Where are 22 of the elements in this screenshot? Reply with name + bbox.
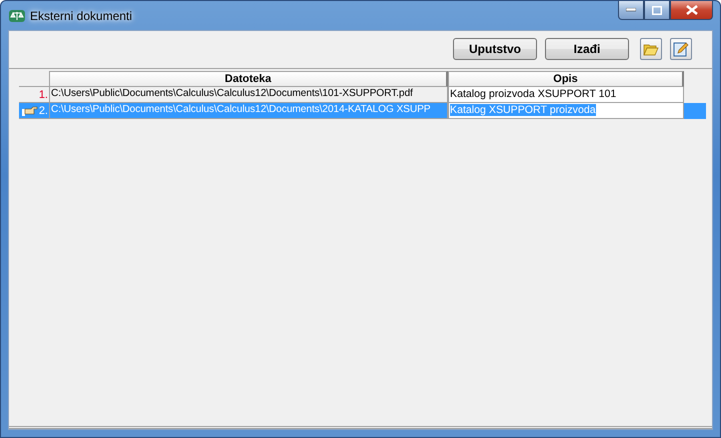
- edit-button[interactable]: [670, 38, 692, 60]
- column-header[interactable]: Datoteka: [49, 71, 448, 87]
- column-header[interactable]: Opis: [448, 71, 684, 87]
- minimize-button[interactable]: [618, 1, 644, 20]
- close-icon: [686, 5, 698, 15]
- table-cell: C:\Users\Public\Documents\Calculus\Calculus12\Documents\2014-KATALOG XSUPP: [49, 103, 448, 119]
- folder-button[interactable]: [640, 38, 662, 60]
- toolbar-button[interactable]: Uputstvo: [453, 38, 537, 60]
- folder-icon: [643, 42, 659, 56]
- close-button[interactable]: [670, 1, 713, 20]
- pencil-note-icon: [673, 41, 689, 57]
- toolbar-button[interactable]: Izađi: [545, 38, 629, 60]
- pointing-hand-icon: [22, 106, 38, 116]
- maximize-icon: [652, 6, 662, 14]
- row-number: 1.: [38, 88, 49, 100]
- table-cell: Katalog XSUPPORT proizvoda: [448, 103, 684, 119]
- maximize-button[interactable]: [644, 1, 670, 20]
- table-cell: Katalog proizvoda XSUPPORT 101: [448, 87, 684, 103]
- window-title: Eksterni dokumenti: [30, 8, 132, 22]
- minimize-icon: [626, 8, 636, 12]
- scales-icon: [9, 8, 25, 22]
- row-number: 2.: [38, 104, 49, 116]
